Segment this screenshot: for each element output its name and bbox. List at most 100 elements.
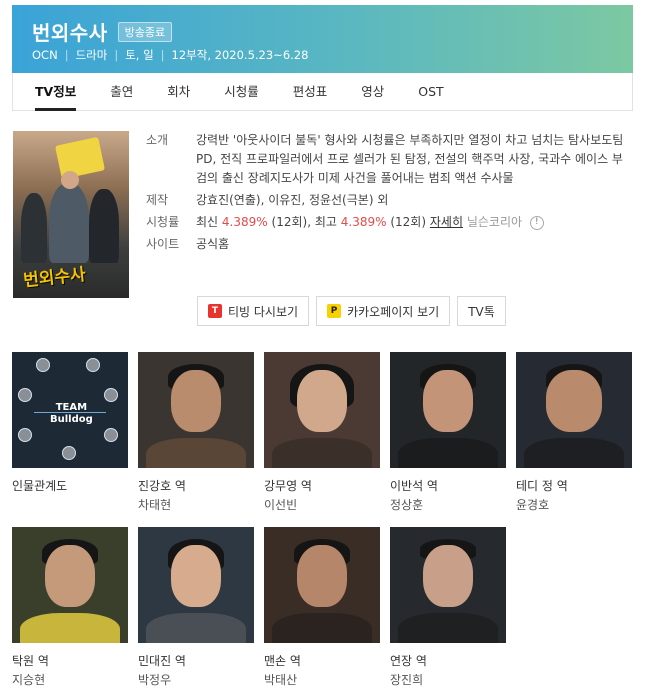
- torso: [146, 438, 246, 468]
- cast-role[interactable]: 강무영 역: [264, 478, 380, 494]
- cast-role[interactable]: 진강호 역: [138, 478, 254, 494]
- map-node: [36, 358, 50, 372]
- cast-actor[interactable]: 정상훈: [390, 497, 506, 513]
- poster-title: 번외수사: [22, 264, 87, 292]
- face: [297, 370, 347, 432]
- cast-photo[interactable]: [390, 527, 506, 643]
- kakaopage-button[interactable]: P 카카오페이지 보기: [316, 296, 451, 326]
- genre: 드라마: [75, 48, 108, 62]
- tvtalk-button[interactable]: TV톡: [457, 296, 506, 326]
- cast-role[interactable]: 이반석 역: [390, 478, 506, 494]
- map-node: [62, 446, 76, 460]
- ratings-max-value: 4.389%: [340, 215, 387, 229]
- ratings-row: 시청률 최신 4.389% (12회), 최고 4.389% (12회) 자세히…: [146, 213, 626, 232]
- cast-photo[interactable]: [138, 352, 254, 468]
- torso: [20, 613, 120, 643]
- cast-photo[interactable]: [12, 527, 128, 643]
- status-badge: 방송종료: [117, 21, 173, 42]
- cast-photo[interactable]: [264, 527, 380, 643]
- ratings-source: 닐슨코리아: [466, 215, 523, 229]
- torso: [398, 613, 498, 643]
- program-title[interactable]: 번외수사: [32, 17, 108, 46]
- poster-face: [61, 171, 79, 189]
- ratings-latest-prefix: 최신: [196, 215, 219, 229]
- cast-actor[interactable]: 지승현: [12, 672, 128, 688]
- relation-map-card[interactable]: TEAM Bulldog 인물관계도: [12, 352, 128, 494]
- face: [546, 370, 602, 432]
- tab-cast[interactable]: 출연: [110, 73, 133, 111]
- map-node: [18, 388, 32, 402]
- tab-ratings[interactable]: 시청률: [224, 73, 259, 111]
- tab-videos[interactable]: 영상: [361, 73, 384, 111]
- cast-actor[interactable]: 윤경호: [516, 497, 632, 513]
- tab-tv-info[interactable]: TV정보: [35, 73, 77, 111]
- relation-map-label[interactable]: 인물관계도: [12, 478, 128, 494]
- face: [171, 370, 221, 432]
- cast-role[interactable]: 테디 정 역: [516, 478, 632, 494]
- site-row: 사이트 공식홈: [146, 235, 626, 254]
- cast-actor[interactable]: 차태현: [138, 497, 254, 513]
- cast-photo[interactable]: [390, 352, 506, 468]
- cast-role[interactable]: 탁원 역: [12, 653, 128, 669]
- divider: |: [114, 48, 119, 62]
- cast-card[interactable]: 민대진 역 박정우: [138, 527, 254, 688]
- program-info: 소개 강력반 '아웃사이더 불독' 형사와 시청률은 부족하지만 열정이 차고 …: [146, 131, 626, 254]
- cast-role[interactable]: 연장 역: [390, 653, 506, 669]
- action-buttons: T 티빙 다시보기 P 카카오페이지 보기 TV톡: [197, 296, 513, 326]
- ratings-latest-value: 4.389%: [221, 215, 268, 229]
- synopsis-row: 소개 강력반 '아웃사이더 불독' 형사와 시청률은 부족하지만 열정이 차고 …: [146, 131, 626, 188]
- face: [171, 545, 221, 607]
- map-node: [104, 428, 118, 442]
- cast-actor[interactable]: 박정우: [138, 672, 254, 688]
- map-node: [18, 428, 32, 442]
- relation-map-image[interactable]: TEAM Bulldog: [12, 352, 128, 468]
- tab-bar: TV정보 출연 회차 시청률 편성표 영상 OST: [12, 73, 633, 111]
- cast-photo[interactable]: [264, 352, 380, 468]
- cast-card[interactable]: 연장 역 장진희: [390, 527, 506, 688]
- cast-actor[interactable]: 이선빈: [264, 497, 380, 513]
- cast-card[interactable]: 이반석 역 정상훈: [390, 352, 506, 513]
- tab-episodes[interactable]: 회차: [167, 73, 190, 111]
- cast-card[interactable]: 맨손 역 박태산: [264, 527, 380, 688]
- cast-photo[interactable]: [516, 352, 632, 468]
- torso: [146, 613, 246, 643]
- cast-photo[interactable]: [138, 527, 254, 643]
- cast-role[interactable]: 민대진 역: [138, 653, 254, 669]
- tab-schedule[interactable]: 편성표: [293, 73, 328, 111]
- cast-card[interactable]: 진강호 역 차태현: [138, 352, 254, 513]
- cast-actor[interactable]: 장진희: [390, 672, 506, 688]
- torso: [398, 438, 498, 468]
- ratings-detail-link[interactable]: 자세히: [430, 215, 463, 229]
- torso: [272, 438, 372, 468]
- ratings-max-prefix: 최고: [314, 215, 337, 229]
- map-node: [86, 358, 100, 372]
- torso: [524, 438, 624, 468]
- channel[interactable]: OCN: [32, 48, 58, 62]
- kakaopage-icon: P: [327, 304, 342, 318]
- tab-ost[interactable]: OST: [418, 73, 443, 111]
- cast-role[interactable]: 맨손 역: [264, 653, 380, 669]
- poster-figure: [21, 193, 47, 263]
- team-label: TEAM Bulldog: [50, 402, 93, 425]
- ratings-max-ep: (12회): [390, 215, 427, 229]
- cast-card[interactable]: 테디 정 역 윤경호: [516, 352, 632, 513]
- tving-replay-button[interactable]: T 티빙 다시보기: [197, 296, 310, 326]
- program-meta: OCN | 드라마 | 토, 일 | 12부작, 2020.5.23~6.28: [32, 47, 308, 63]
- face: [423, 370, 473, 432]
- program-header: 번외수사 방송종료 OCN | 드라마 | 토, 일 | 12부작, 2020.…: [12, 5, 633, 73]
- cast-card[interactable]: 강무영 역 이선빈: [264, 352, 380, 513]
- ratings-latest-ep: (12회),: [271, 215, 312, 229]
- exclamation-icon[interactable]: !: [529, 215, 544, 230]
- official-site-link[interactable]: 공식홈: [196, 235, 229, 254]
- production-text[interactable]: 강효진(연출), 이유진, 정윤선(극본) 외: [196, 191, 388, 210]
- map-node: [104, 388, 118, 402]
- tving-button-label: 티빙 다시보기: [228, 304, 299, 319]
- air-days: 토, 일: [125, 48, 154, 62]
- cast-card[interactable]: 탁원 역 지승현: [12, 527, 128, 688]
- production-label: 제작: [146, 193, 169, 207]
- cast-actor[interactable]: 박태산: [264, 672, 380, 688]
- poster-figure: [89, 189, 119, 263]
- poster-image[interactable]: 번외수사: [13, 131, 129, 298]
- synopsis-text: 강력반 '아웃사이더 불독' 형사와 시청률은 부족하지만 열정이 차고 넘치는…: [196, 133, 624, 185]
- torso: [272, 613, 372, 643]
